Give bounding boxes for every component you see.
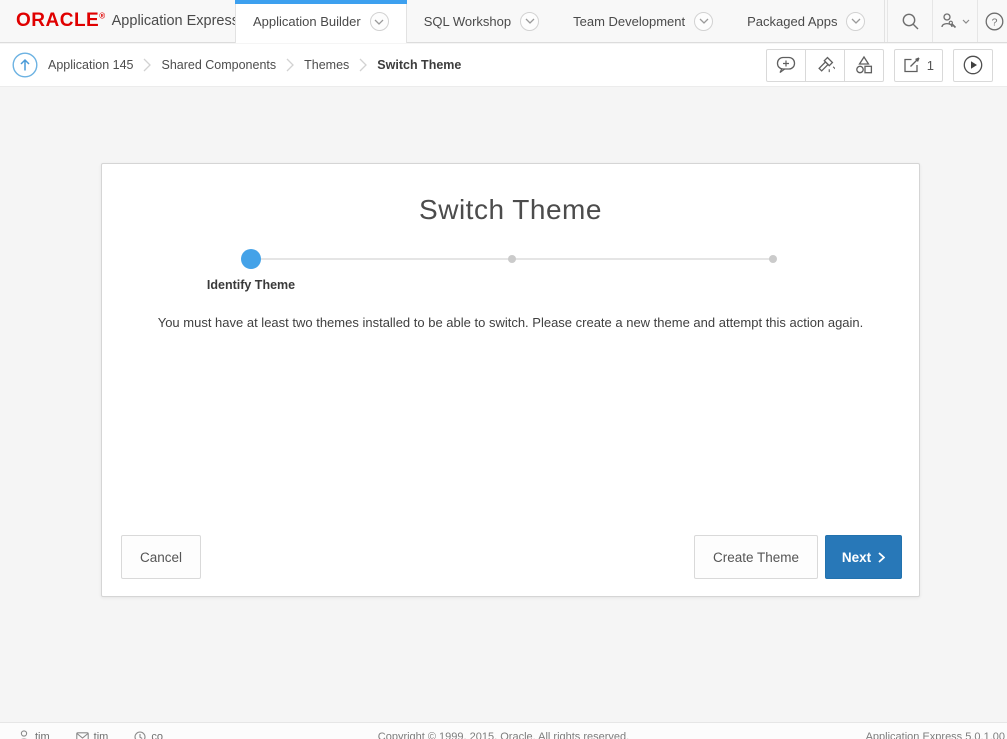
edit-pencil-icon [903,56,921,74]
feedback-comment-icon [776,56,796,74]
footer-copyright: Copyright © 1999, 2015, Oracle. All righ… [0,731,1007,739]
chevron-down-icon[interactable] [846,12,865,31]
wizard-step-dot [508,255,516,263]
chevron-right-icon [878,552,885,563]
tab-label: Packaged Apps [747,14,837,29]
breadcrumb-application[interactable]: Application 145 [48,58,133,72]
wizard-current-step-label: Identify Theme [207,278,295,292]
tab-packaged-apps[interactable]: Packaged Apps [730,0,882,42]
product-name: Application Express [112,13,239,29]
help-menu-button[interactable]: ? [977,0,1007,42]
tab-sql-workshop[interactable]: SQL Workshop [407,0,556,42]
toolbar-button-group [766,49,884,82]
divider [884,0,885,42]
create-theme-button[interactable]: Create Theme [694,535,818,579]
global-navigation-bar: ORACLE® Application Express Application … [0,0,1007,43]
brand: ORACLE® Application Express [0,0,235,42]
tab-label: Team Development [573,14,685,29]
search-icon [901,12,920,31]
flashlight-button[interactable] [805,49,845,82]
tab-team-development[interactable]: Team Development [556,0,730,42]
wizard-step-dot [769,255,777,263]
chevron-right-icon [286,58,294,72]
flashlight-icon [815,55,835,75]
chevron-down-icon[interactable] [694,12,713,31]
global-nav-icons: ? [882,0,1007,42]
oracle-logo: ORACLE® [16,10,106,32]
page-toolbar: 1 [766,49,997,82]
run-page-button[interactable] [953,49,993,82]
breadcrumb: Application 145 Shared Components Themes… [48,58,461,72]
breadcrumb-shared-components[interactable]: Shared Components [161,58,276,72]
switch-theme-wizard-card: Switch Theme Identify Theme You must hav… [101,163,920,597]
up-level-button[interactable] [12,52,38,78]
shared-components-button[interactable] [844,49,884,82]
play-icon [963,55,983,75]
page-title: Switch Theme [102,194,919,226]
next-button-label: Next [842,550,871,565]
svg-text:?: ? [992,16,998,28]
breadcrumb-themes[interactable]: Themes [304,58,349,72]
shared-components-shapes-icon [854,55,874,75]
chevron-right-icon [359,58,367,72]
breadcrumb-current-page: Switch Theme [377,58,461,72]
arrow-up-circle-icon [12,52,38,78]
cancel-button[interactable]: Cancel [121,535,201,579]
edit-page-number: 1 [927,58,934,73]
edit-page-button[interactable]: 1 [894,49,943,82]
next-button[interactable]: Next [825,535,902,579]
chevron-down-icon[interactable] [370,12,389,31]
tab-application-builder[interactable]: Application Builder [235,0,407,43]
chevron-down-icon [962,19,970,24]
wizard-message: You must have at least two themes instal… [102,315,919,330]
footer-version: Application Express 5.0.1.00 [866,731,1005,739]
search-button[interactable] [887,0,932,42]
help-icon: ? [985,12,1004,31]
wizard-step-current-dot [241,249,261,269]
feedback-button[interactable] [766,49,806,82]
chevron-right-icon [143,58,151,72]
tab-label: Application Builder [253,14,361,29]
chevron-down-icon[interactable] [520,12,539,31]
breadcrumb-bar: Application 145 Shared Components Themes… [0,44,1007,87]
administration-menu-button[interactable] [932,0,977,42]
footer: tim tim co Copyright © 1999, 2015, Oracl… [0,722,1007,739]
admin-wrench-icon [940,12,958,30]
tab-label: SQL Workshop [424,14,511,29]
